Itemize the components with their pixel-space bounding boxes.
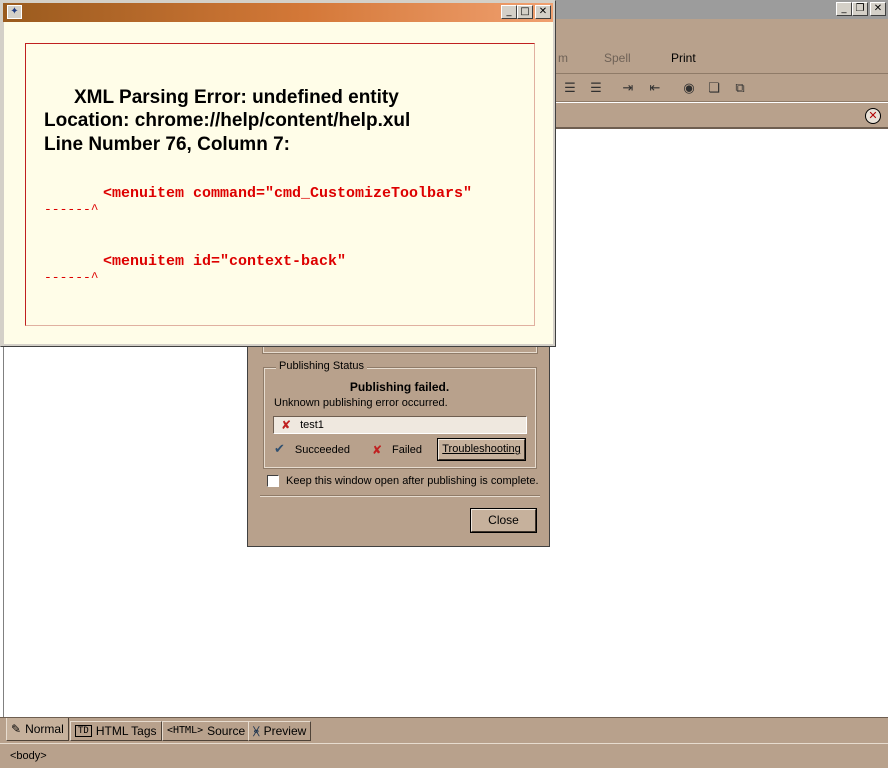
error-location: Location: chrome://help/content/help.xul xyxy=(44,110,411,131)
close-button[interactable]: ✕ xyxy=(870,2,886,16)
tab-html-tags[interactable]: TD HTML Tags xyxy=(70,721,162,741)
tab-normal[interactable]: ✎ Normal xyxy=(6,718,69,741)
published-files-list[interactable]: ✘ test1 xyxy=(273,416,527,434)
publish-dialog: Publishing Status Publishing failed. Unk… xyxy=(247,330,550,547)
minimize-button[interactable]: _ xyxy=(836,2,852,16)
error-window-content: XML Parsing Error: undefined entity Loca… xyxy=(4,22,553,344)
align-right-icon[interactable]: ☰ xyxy=(562,80,578,96)
status-legend-row: ✔ Succeeded ✘ Failed xyxy=(274,442,422,457)
edit-mode-toolbar: ✎ Normal TD HTML Tags <HTML> Source ᚸ Pr… xyxy=(0,717,888,743)
print-button[interactable]: Print xyxy=(671,51,696,65)
close-tab-icon[interactable]: ✕ xyxy=(865,108,881,124)
status-bar: <body> xyxy=(0,743,888,768)
legend-failed: Failed xyxy=(392,443,422,456)
app-icon[interactable]: ✦ xyxy=(7,5,22,19)
failed-icon: ✘ xyxy=(371,442,383,457)
xml-error-window: ✦ _ □ ✕ XML Parsing Error: undefined ent… xyxy=(0,0,556,347)
troubleshooting-button[interactable]: Troubleshooting xyxy=(438,439,525,460)
spell-button[interactable]: Spell xyxy=(604,51,631,65)
tab-normal-label: Normal xyxy=(25,722,64,736)
indent-icon[interactable]: ⇥ xyxy=(620,80,636,96)
publishing-status-legend: Publishing Status xyxy=(276,360,367,372)
preview-icon: ᚸ xyxy=(253,724,260,738)
keep-open-label: Keep this window open after publishing i… xyxy=(286,475,539,487)
source-code-line: <menuitem id="context-back" xyxy=(103,253,347,270)
tab-source[interactable]: <HTML> Source xyxy=(162,721,251,741)
minimize-button[interactable]: _ xyxy=(501,5,517,19)
status-detail: Unknown publishing error occurred. xyxy=(274,397,448,409)
main-window-controls: _ ❐ ✕ xyxy=(836,2,886,16)
dialog-separator xyxy=(260,495,540,497)
layer-order-icon[interactable]: ⧉ xyxy=(732,80,748,96)
maximize-button[interactable]: □ xyxy=(517,5,533,19)
error-title: XML Parsing Error: undefined entity xyxy=(74,87,399,108)
restore-button[interactable]: ❐ xyxy=(852,2,868,16)
source-code-line: <menuitem command="cmd_CustomizeToolbars… xyxy=(103,185,473,202)
tab-source-label: Source xyxy=(207,724,246,738)
legend-succeeded: Succeeded xyxy=(294,443,350,456)
close-button[interactable]: Close xyxy=(471,509,536,532)
keep-open-checkbox[interactable] xyxy=(267,475,279,487)
close-button[interactable]: ✕ xyxy=(535,5,551,19)
align-justify-icon[interactable]: ☰ xyxy=(588,80,604,96)
anchor-icon[interactable]: ◉ xyxy=(681,80,697,96)
error-line-number: Line Number 76, Column 7: xyxy=(44,134,290,155)
outdent-icon[interactable]: ⇤ xyxy=(647,80,663,96)
failed-icon: ✘ xyxy=(281,418,292,432)
tab-preview[interactable]: ᚸ Preview xyxy=(248,721,312,741)
parsing-error-box: XML Parsing Error: undefined entity Loca… xyxy=(25,43,535,326)
error-caret: ------^ xyxy=(44,202,99,217)
error-window-titlebar[interactable]: ✦ _ □ ✕ xyxy=(3,3,553,22)
element-path[interactable]: <body> xyxy=(10,750,47,762)
tab-html-tags-label: HTML Tags xyxy=(95,724,157,738)
checkmark-icon: ✔ xyxy=(274,442,285,457)
status-heading: Publishing failed. xyxy=(349,380,450,394)
pencil-icon: ✎ xyxy=(11,722,22,736)
file-name: test1 xyxy=(300,419,324,431)
tab-preview-label: Preview xyxy=(263,724,307,738)
error-caret: ------^ xyxy=(44,270,99,285)
td-tag-icon: TD xyxy=(75,725,92,737)
layer-icon[interactable]: ❏ xyxy=(706,80,722,96)
toolbar-partial-button[interactable]: m xyxy=(558,51,568,65)
list-item[interactable]: ✘ test1 xyxy=(274,417,324,433)
error-window-controls: _ □ ✕ xyxy=(501,5,551,19)
html-source-icon: <HTML> xyxy=(167,725,204,736)
